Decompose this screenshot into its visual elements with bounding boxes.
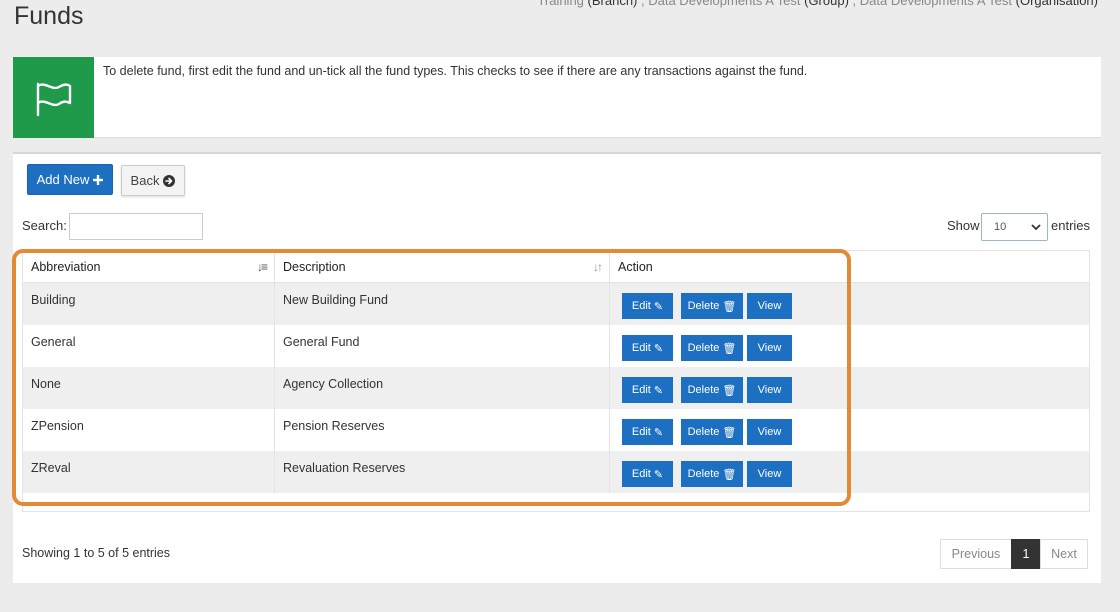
plus-icon bbox=[93, 174, 104, 185]
view-button[interactable]: View bbox=[747, 461, 792, 487]
pagination: Previous 1 Next bbox=[940, 539, 1088, 569]
cell-abbreviation: Building bbox=[23, 283, 275, 325]
funds-panel: Add New Back Search: Show 10 entries Abb… bbox=[13, 152, 1101, 583]
trash-icon: 🗑 bbox=[722, 300, 737, 313]
sort-asc-icon: ↓≡ bbox=[256, 260, 268, 274]
search-label: Search: bbox=[22, 218, 67, 233]
table-info: Showing 1 to 5 of 5 entries bbox=[22, 546, 171, 560]
cell-description: New Building Fund bbox=[275, 283, 610, 325]
cell-description: General Fund bbox=[275, 325, 610, 367]
edit-icon: ✎ bbox=[653, 468, 664, 481]
table-header: Abbreviation ↓≡ Description ↓↑ Action bbox=[23, 251, 1089, 283]
next-page-button[interactable]: Next bbox=[1040, 539, 1088, 569]
trash-icon: 🗑 bbox=[722, 384, 737, 397]
edit-button[interactable]: Edit ✎ bbox=[622, 293, 673, 319]
context-breadcrumb: Training (Branch) , Data Developments A … bbox=[537, 0, 1098, 8]
previous-page-button[interactable]: Previous bbox=[940, 539, 1012, 569]
edit-button[interactable]: Edit ✎ bbox=[622, 419, 673, 445]
delete-button[interactable]: Delete 🗑 bbox=[681, 293, 743, 319]
cell-description: Revaluation Reserves bbox=[275, 451, 610, 493]
edit-button[interactable]: Edit ✎ bbox=[622, 335, 673, 361]
edit-icon: ✎ bbox=[653, 342, 664, 355]
sort-icon: ↓↑ bbox=[593, 260, 603, 274]
chevron-down-icon bbox=[1031, 223, 1041, 230]
entries-label: entries bbox=[1051, 218, 1091, 233]
cell-abbreviation: ZReval bbox=[23, 451, 275, 493]
add-new-button[interactable]: Add New bbox=[27, 164, 113, 195]
view-button[interactable]: View bbox=[747, 293, 792, 319]
cell-description: Agency Collection bbox=[275, 367, 610, 409]
cell-abbreviation: General bbox=[23, 325, 275, 367]
column-header-action: Action bbox=[618, 259, 653, 274]
arrow-circle-right-icon bbox=[163, 174, 176, 187]
view-button[interactable]: View bbox=[747, 377, 792, 403]
delete-button[interactable]: Delete 🗑 bbox=[681, 419, 743, 445]
page-1-button[interactable]: 1 bbox=[1011, 539, 1041, 569]
edit-icon: ✎ bbox=[653, 384, 664, 397]
flag-icon bbox=[36, 82, 71, 116]
page-title: Funds bbox=[14, 2, 84, 30]
edit-icon: ✎ bbox=[653, 300, 664, 313]
cell-abbreviation: ZPension bbox=[23, 409, 275, 451]
view-button[interactable]: View bbox=[747, 419, 792, 445]
info-panel: To delete fund, first edit the fund and … bbox=[13, 57, 1101, 138]
delete-button[interactable]: Delete 🗑 bbox=[681, 461, 743, 487]
show-label: Show bbox=[947, 218, 980, 233]
table-row: ZPension Pension Reserves Edit ✎ Delete 🗑 … bbox=[23, 409, 1089, 451]
edit-icon: ✎ bbox=[653, 426, 664, 439]
cell-description: Pension Reserves bbox=[275, 409, 610, 451]
delete-button[interactable]: Delete 🗑 bbox=[681, 377, 743, 403]
edit-button[interactable]: Edit ✎ bbox=[622, 461, 673, 487]
trash-icon: 🗑 bbox=[722, 426, 737, 439]
column-header-abbreviation[interactable]: Abbreviation ↓≡ bbox=[23, 251, 275, 282]
info-text: To delete fund, first edit the fund and … bbox=[103, 64, 808, 78]
funds-table: Abbreviation ↓≡ Description ↓↑ Action Bu… bbox=[22, 250, 1090, 512]
table-row: None Agency Collection Edit ✎ Delete 🗑 Vie… bbox=[23, 367, 1089, 409]
table-row: General General Fund Edit ✎ Delete 🗑 View bbox=[23, 325, 1089, 367]
info-icon-box bbox=[13, 57, 94, 138]
table-row: ZReval Revaluation Reserves Edit ✎ Delete… bbox=[23, 451, 1089, 493]
view-button[interactable]: View bbox=[747, 335, 792, 361]
table-row: Building New Building Fund Edit ✎ Delete 🗑… bbox=[23, 283, 1089, 325]
cell-abbreviation: None bbox=[23, 367, 275, 409]
page-size-select[interactable]: 10 bbox=[981, 213, 1048, 241]
back-button[interactable]: Back bbox=[121, 165, 185, 196]
edit-button[interactable]: Edit ✎ bbox=[622, 377, 673, 403]
column-header-description[interactable]: Description ↓↑ bbox=[275, 251, 610, 282]
trash-icon: 🗑 bbox=[722, 342, 737, 355]
search-input[interactable] bbox=[69, 213, 203, 240]
trash-icon: 🗑 bbox=[722, 468, 737, 481]
delete-button[interactable]: Delete 🗑 bbox=[681, 335, 743, 361]
